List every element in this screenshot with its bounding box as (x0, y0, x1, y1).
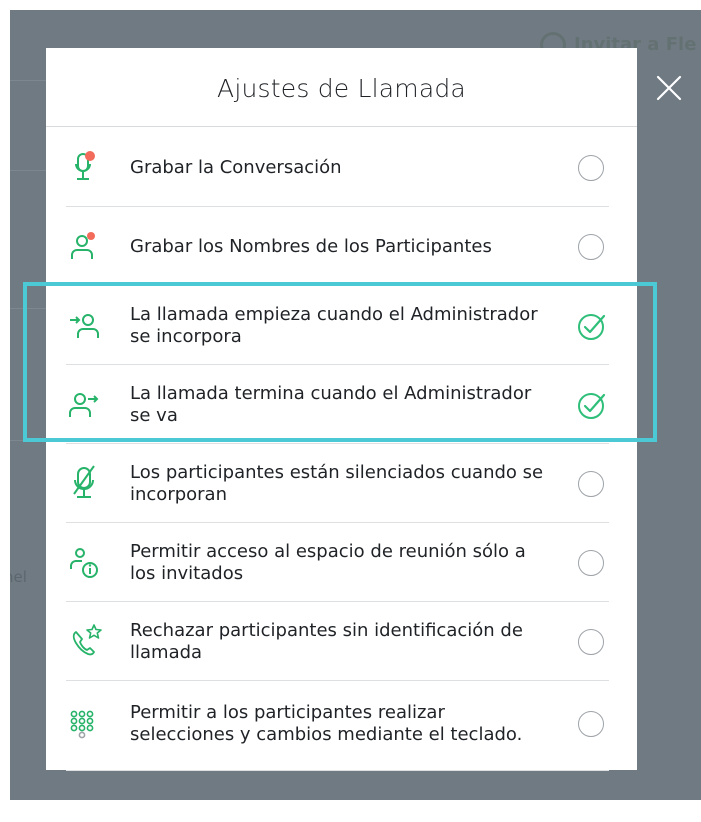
check-circle-icon[interactable] (576, 310, 608, 342)
setting-row-invited-only[interactable]: Permitir acceso al espacio de reunión só… (46, 523, 637, 602)
setting-radio-unchecked[interactable] (578, 470, 604, 497)
microphone-record-icon (68, 148, 106, 188)
row-divider (66, 770, 609, 771)
setting-label: Los participantes están silenciados cuan… (130, 461, 544, 505)
setting-radio-unchecked[interactable] (578, 628, 604, 655)
keypad-icon (68, 704, 106, 744)
setting-label: Rechazar participantes sin identificació… (130, 619, 523, 663)
user-exit-icon (68, 385, 106, 425)
setting-label: Permitir a los participantes realizar se… (130, 702, 523, 745)
setting-label: La llamada empieza cuando el Administrad… (130, 303, 538, 347)
close-icon[interactable] (655, 74, 683, 102)
settings-list: Grabar la Conversación Grabar los Nombre… (46, 128, 637, 771)
setting-row-mute-on-join[interactable]: Los participantes están silenciados cuan… (46, 444, 637, 523)
user-record-icon (68, 227, 106, 267)
setting-radio-unchecked[interactable] (578, 711, 604, 737)
call-settings-dialog: Ajustes de Llamada Grabar la Conversació… (46, 48, 637, 771)
setting-row-record-conversation[interactable]: Grabar la Conversación (46, 128, 637, 207)
user-info-icon (68, 543, 106, 583)
setting-row-record-names[interactable]: Grabar los Nombres de los Participantes (46, 207, 637, 286)
dialog-title: Ajustes de Llamada (217, 74, 466, 103)
title-divider (46, 126, 637, 127)
setting-label: Grabar los Nombres de los Participantes (130, 235, 492, 257)
setting-radio-unchecked[interactable] (578, 154, 604, 181)
microphone-muted-icon (68, 464, 106, 504)
setting-row-call-start-admin[interactable]: La llamada empieza cuando el Administrad… (46, 286, 637, 365)
user-enter-icon (68, 306, 106, 346)
setting-row-reject-no-callerid[interactable]: Rechazar participantes sin identificació… (46, 602, 637, 681)
setting-label: Grabar la Conversación (130, 156, 342, 178)
setting-row-call-end-admin[interactable]: La llamada termina cuando el Administrad… (46, 365, 637, 444)
background-text-fragment: nel (10, 568, 27, 586)
setting-radio-unchecked[interactable] (578, 549, 604, 576)
setting-radio-unchecked[interactable] (578, 233, 604, 260)
setting-row-keypad-selection[interactable]: Permitir a los participantes realizar se… (46, 681, 637, 771)
setting-label: Permitir acceso al espacio de reunión só… (130, 540, 526, 584)
setting-label: La llamada termina cuando el Administrad… (130, 382, 532, 426)
phone-star-icon (68, 622, 106, 662)
check-circle-icon[interactable] (576, 389, 608, 421)
